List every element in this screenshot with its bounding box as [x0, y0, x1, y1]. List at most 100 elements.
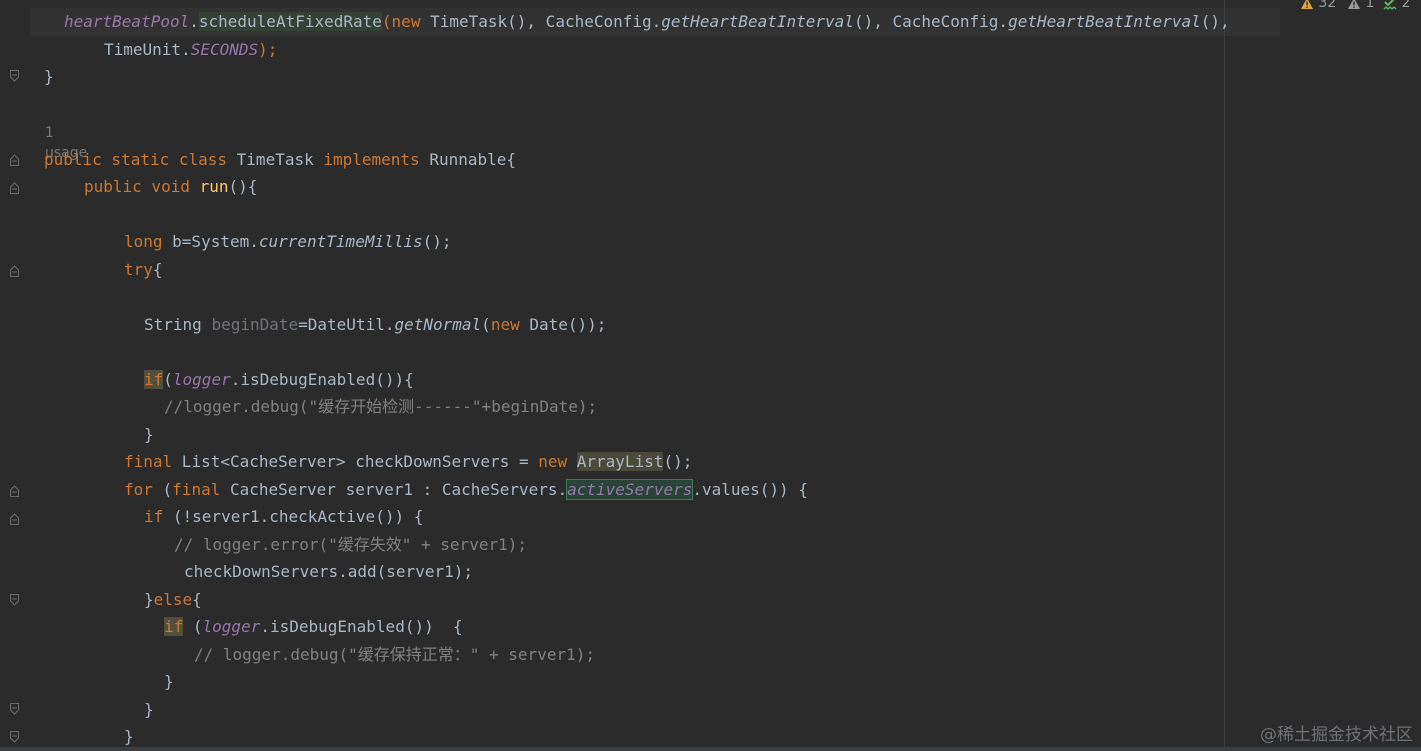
keyword-token: new	[490, 315, 520, 334]
warnings-indicator[interactable]: 32	[1300, 0, 1336, 13]
code-line[interactable]: }	[144, 424, 154, 446]
code-token: .isDebugEnabled()){	[230, 370, 414, 389]
code-line[interactable]: }	[44, 66, 54, 88]
code-token: {	[192, 590, 202, 609]
code-line[interactable]: if (!server1.checkActive()) {	[144, 506, 423, 528]
code-token: }	[124, 727, 134, 746]
comment-line[interactable]: //logger.debug("缓存开始检测------"+beginDate)…	[164, 396, 597, 418]
field-token: activeServers	[566, 479, 694, 500]
field-token: logger	[172, 370, 231, 389]
keyword-token: if	[144, 370, 164, 389]
fold-marker-icon[interactable]	[10, 70, 19, 82]
keyword-token: for	[124, 480, 153, 499]
fold-marker-icon[interactable]	[10, 513, 19, 525]
comment-line[interactable]: // logger.error("缓存失效" + server1);	[174, 534, 527, 556]
code-line[interactable]: String beginDate=DateUtil.getNormal(new …	[144, 314, 606, 336]
code-token: TimeUnit.	[104, 40, 191, 59]
fold-marker-icon[interactable]	[10, 594, 19, 606]
keyword-token: final	[172, 480, 221, 499]
code-token: .isDebugEnabled()) {	[260, 617, 463, 636]
code-line[interactable]: public void run(){	[84, 176, 257, 198]
comment-line[interactable]: // logger.debug("缓存保持正常：" + server1);	[194, 644, 595, 666]
code-token: (	[381, 12, 392, 31]
warnings-count: 32	[1318, 0, 1337, 11]
code-token: }	[44, 67, 54, 86]
code-editor[interactable]: heartBeatPool.scheduleAtFixedRate(new Ti…	[0, 0, 1421, 751]
code-token: .values()) {	[692, 480, 808, 499]
code-token: (	[481, 315, 491, 334]
code-line[interactable]: long b=System.currentTimeMillis();	[124, 231, 452, 253]
code-line[interactable]: if (logger.isDebugEnabled()) {	[164, 616, 463, 638]
code-token: (!server1.checkActive()) {	[163, 507, 424, 526]
code-token: .	[189, 12, 199, 31]
editor-bottom-edge	[0, 747, 1421, 751]
weak-warnings-count: 1	[1365, 0, 1375, 11]
code-token: TimeTask(), CacheConfig.	[420, 12, 662, 31]
code-line[interactable]: for (final CacheServer server1 : CacheSe…	[124, 479, 808, 501]
code-line[interactable]: public static class TimeTask implements …	[44, 149, 516, 171]
fold-marker-icon[interactable]	[10, 154, 19, 166]
code-token: TimeTask	[227, 150, 324, 169]
typos-indicator[interactable]: 2	[1383, 0, 1410, 13]
code-line[interactable]: checkDownServers.add(server1);	[184, 561, 473, 583]
code-token: Date());	[519, 315, 607, 334]
code-line[interactable]: final List<CacheServer> checkDownServers…	[124, 451, 692, 473]
field-token: SECONDS	[190, 40, 259, 59]
code-line[interactable]: heartBeatPool.scheduleAtFixedRate(new Ti…	[64, 11, 1230, 33]
code-line[interactable]: TimeUnit.SECONDS);	[104, 39, 277, 61]
code-token: }	[144, 425, 154, 444]
code-token: (), CacheConfig.	[853, 12, 1009, 31]
inspection-widget[interactable]: 32 1 2	[1290, 0, 1421, 14]
static-method-token: getHeartBeatInterval	[661, 12, 854, 31]
keyword-token: new	[538, 452, 568, 471]
static-method-token: currentTimeMillis	[258, 232, 423, 251]
code-token: }	[164, 672, 174, 691]
watermark: @稀土掘金技术社区	[1260, 725, 1413, 745]
code-token: (	[183, 617, 203, 636]
weak-warnings-indicator[interactable]: 1	[1347, 0, 1374, 13]
code-line[interactable]: try{	[124, 259, 163, 281]
code-token: checkDownServers.add(server1);	[184, 562, 473, 581]
keyword-token: long	[124, 232, 163, 251]
typo-check-icon	[1383, 0, 1397, 10]
code-token: CacheServer server1 : CacheServers.	[220, 480, 568, 499]
comment-token: //logger.debug("缓存开始检测------"+beginDate)…	[164, 397, 598, 416]
code-token: }	[144, 590, 154, 609]
keyword-token: public void	[84, 177, 190, 196]
code-line[interactable]: }	[124, 726, 134, 748]
method-token: scheduleAtFixedRate	[198, 12, 382, 31]
code-token: ();	[663, 452, 693, 471]
code-token: (	[163, 370, 173, 389]
fold-marker-icon[interactable]	[10, 703, 19, 715]
fold-marker-icon[interactable]	[10, 731, 19, 743]
code-token: );	[258, 40, 278, 59]
field-token: heartBeatPool	[64, 12, 190, 31]
code-token: String	[144, 315, 212, 334]
code-token: {	[152, 260, 163, 279]
right-margin-guide	[1224, 0, 1225, 751]
fold-marker-icon[interactable]	[10, 182, 19, 194]
warning-icon	[1301, 0, 1313, 9]
typos-count: 2	[1401, 0, 1411, 11]
keyword-token: try	[124, 260, 153, 279]
usage-hint[interactable]: 1 usage	[45, 123, 87, 161]
fold-marker-icon[interactable]	[10, 485, 19, 497]
code-token: Runnable{	[419, 150, 517, 169]
static-method-token: getNormal	[394, 315, 482, 334]
code-token: (),	[1200, 12, 1230, 31]
code-token: ();	[422, 232, 452, 251]
code-line[interactable]: if(logger.isDebugEnabled()){	[144, 369, 414, 391]
code-line[interactable]: }	[144, 699, 154, 721]
fold-marker-icon[interactable]	[10, 265, 19, 277]
field-token: logger	[202, 617, 261, 636]
code-line[interactable]: }	[164, 671, 174, 693]
editor-gutter	[0, 0, 30, 751]
comment-token: // logger.debug("缓存保持正常：" + server1);	[194, 645, 595, 664]
code-line[interactable]: }else{	[144, 589, 202, 611]
keyword-token: if	[144, 507, 164, 526]
raw-type-token: ArrayList	[576, 452, 664, 471]
code-token: =DateUtil.	[298, 315, 395, 334]
weak-warning-icon	[1348, 0, 1360, 9]
